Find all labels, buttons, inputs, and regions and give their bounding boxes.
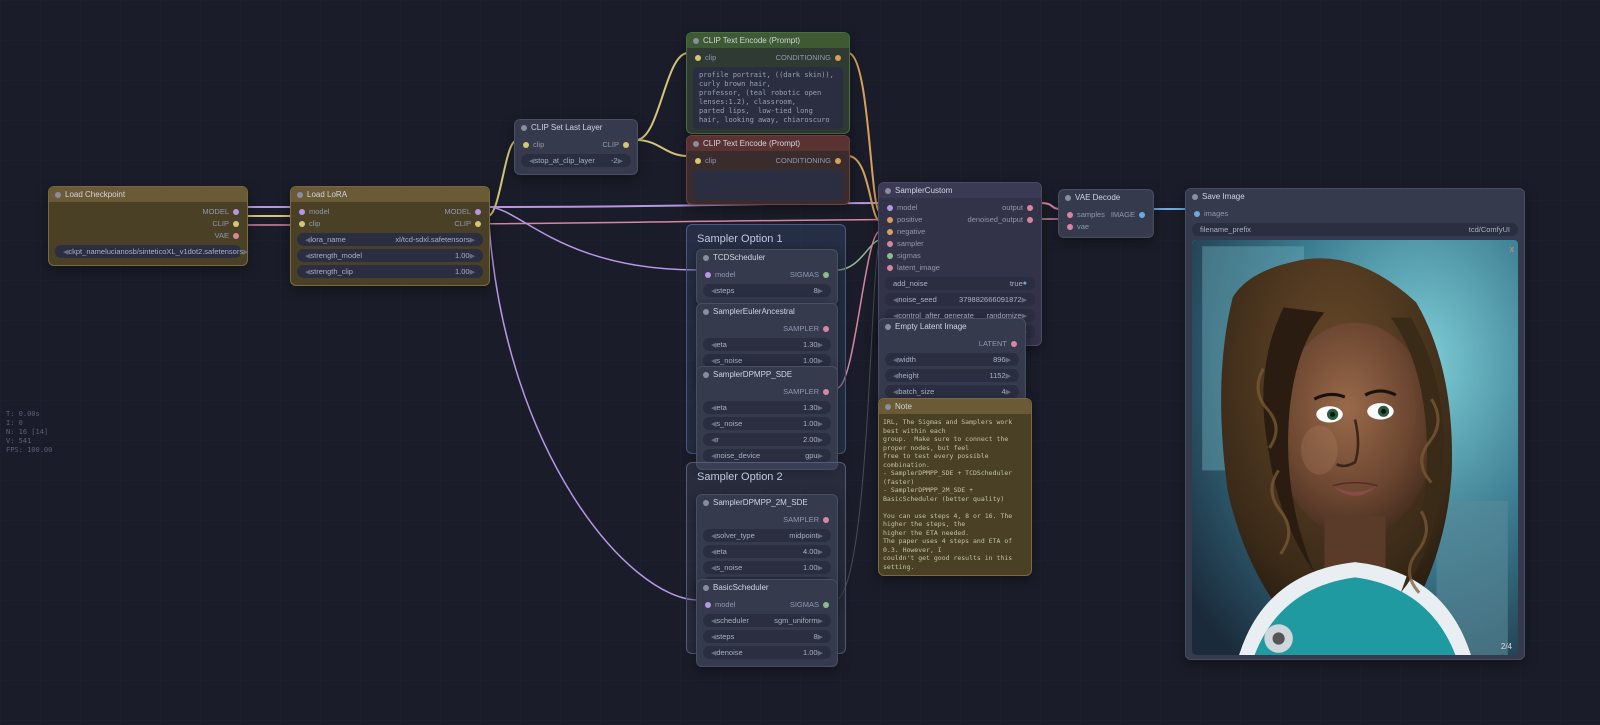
node-header[interactable]: Note xyxy=(879,399,1031,414)
node-header[interactable]: CLIP Text Encode (Prompt) xyxy=(687,136,849,151)
node-save-image[interactable]: Save Image images filename_prefixtcd/Com… xyxy=(1185,188,1525,660)
node-header[interactable]: TCDScheduler xyxy=(697,250,837,265)
group-title: Sampler Option 1 xyxy=(691,229,841,249)
node-sampler-dpmpp-sde[interactable]: SamplerDPMPP_SDE SAMPLER ◀eta1.30▶ ◀s_no… xyxy=(696,366,838,470)
node-header[interactable]: Load LoRA xyxy=(291,187,489,202)
widget-strength-model[interactable]: ◀strength_model1.00▶ xyxy=(297,249,483,262)
node-header[interactable]: SamplerEulerAncestral xyxy=(697,304,837,319)
widget-batch-size[interactable]: ◀batch_size4▶ xyxy=(885,385,1019,398)
widget-steps[interactable]: ◀steps8▶ xyxy=(703,284,831,297)
node-load-lora[interactable]: Load LoRA modelMODEL clipCLIP ◀lora_name… xyxy=(290,186,490,286)
node-header[interactable]: CLIP Text Encode (Prompt) xyxy=(687,33,849,48)
node-header[interactable]: SamplerDPMPP_SDE xyxy=(697,367,837,382)
node-sampler-euler-ancestral[interactable]: SamplerEulerAncestral SAMPLER ◀eta1.30▶ … xyxy=(696,303,838,375)
node-tcd-scheduler[interactable]: TCDScheduler modelSIGMAS ◀steps8▶ xyxy=(696,249,838,305)
node-note[interactable]: Note IRL, The Sigmas and Samplers work b… xyxy=(878,398,1032,576)
node-clip-text-encode-positive[interactable]: CLIP Text Encode (Prompt) clipCONDITIONI… xyxy=(686,32,850,134)
widget-eta[interactable]: ◀eta1.30▶ xyxy=(703,401,831,414)
node-clip-text-encode-negative[interactable]: CLIP Text Encode (Prompt) clipCONDITIONI… xyxy=(686,135,850,205)
image-counter: 2/4 xyxy=(1501,642,1512,651)
node-load-checkpoint[interactable]: Load Checkpoint MODEL CLIP VAE ◀ckpt_nam… xyxy=(48,186,248,266)
widget-r[interactable]: ◀r2.00▶ xyxy=(703,433,831,446)
node-header[interactable]: Load Checkpoint xyxy=(49,187,247,202)
node-basic-scheduler[interactable]: BasicScheduler modelSIGMAS ◀schedulersgm… xyxy=(696,579,838,667)
widget-lora-name[interactable]: ◀lora_namexl/tcd-sdxl.safetensors▶ xyxy=(297,233,483,246)
widget-steps[interactable]: ◀steps8▶ xyxy=(703,630,831,643)
perf-stats: T: 0.00s I: 0 N: 16 [14] V: 541 FPS: 100… xyxy=(6,410,52,455)
node-clip-set-last-layer[interactable]: CLIP Set Last Layer clipCLIP ◀stop_at_cl… xyxy=(514,119,638,175)
widget-eta[interactable]: ◀eta4.00▶ xyxy=(703,545,831,558)
widget-eta[interactable]: ◀eta1.30▶ xyxy=(703,338,831,351)
node-header[interactable]: BasicScheduler xyxy=(697,580,837,595)
widget-denoise[interactable]: ◀denoise1.00▶ xyxy=(703,646,831,659)
widget-noise-seed[interactable]: ◀noise_seed379882666091872▶ xyxy=(885,293,1035,306)
widget-s-noise[interactable]: ◀s_noise1.00▶ xyxy=(703,561,831,574)
widget-solver-type[interactable]: ◀solver_typemidpoint▶ xyxy=(703,529,831,542)
node-header[interactable]: CLIP Set Last Layer xyxy=(515,120,637,135)
widget-noise-device[interactable]: ◀noise_devicegpu▶ xyxy=(703,449,831,462)
node-vae-decode[interactable]: VAE Decode samplesIMAGE vae xyxy=(1058,189,1154,238)
widget-stop-at-clip-layer[interactable]: ◀stop_at_clip_layer-2▶ xyxy=(521,154,631,167)
note-text: IRL, The Sigmas and Samplers work best w… xyxy=(879,414,1031,575)
node-header[interactable]: SamplerDPMPP_2M_SDE xyxy=(697,495,837,510)
widget-width[interactable]: ◀width896▶ xyxy=(885,353,1019,366)
prompt-textarea[interactable] xyxy=(693,170,843,200)
node-header[interactable]: Empty Latent Image xyxy=(879,319,1025,334)
output-image[interactable]: x 2/4 xyxy=(1192,240,1518,655)
node-header[interactable]: SamplerCustom xyxy=(879,183,1041,198)
node-header[interactable]: VAE Decode xyxy=(1059,190,1153,205)
node-header[interactable]: Save Image xyxy=(1186,189,1524,204)
widget-ckpt-name[interactable]: ◀ckpt_namelucianosb/sinteticoXL_v1dot2.s… xyxy=(55,245,241,258)
widget-height[interactable]: ◀height1152▶ xyxy=(885,369,1019,382)
widget-add-noise[interactable]: add_noisetrue● xyxy=(885,277,1035,290)
group-title: Sampler Option 2 xyxy=(691,467,841,487)
prompt-textarea[interactable]: profile portrait, ((dark skin)), curly b… xyxy=(693,67,843,129)
widget-strength-clip[interactable]: ◀strength_clip1.00▶ xyxy=(297,265,483,278)
widget-filename-prefix[interactable]: filename_prefixtcd/ComfyUI xyxy=(1192,223,1518,236)
close-icon[interactable]: x xyxy=(1510,244,1515,254)
widget-s-noise[interactable]: ◀s_noise1.00▶ xyxy=(703,417,831,430)
node-empty-latent-image[interactable]: Empty Latent Image LATENT ◀width896▶ ◀he… xyxy=(878,318,1026,406)
widget-scheduler[interactable]: ◀schedulersgm_uniform▶ xyxy=(703,614,831,627)
